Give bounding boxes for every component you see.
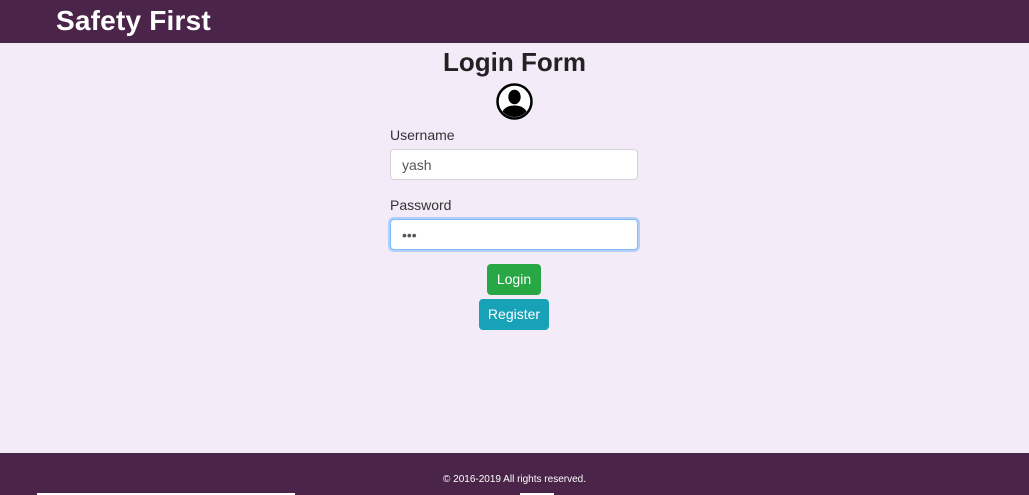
main-content: Login Form Username Password Login Regis… [0,43,1029,453]
page-title: Login Form [443,47,586,77]
username-input[interactable] [390,149,638,180]
register-button[interactable]: Register [479,299,549,330]
password-input[interactable] [390,219,638,250]
password-label: Password [390,197,452,213]
username-label: Username [390,127,455,143]
user-circle-icon [496,83,533,120]
footer: © 2016-2019 All rights reserved. [0,453,1029,495]
top-navbar: Safety First [0,0,1029,44]
copyright-text: © 2016-2019 All rights reserved. [442,474,586,485]
login-button[interactable]: Login [487,264,541,295]
brand-title[interactable]: Safety First [56,3,211,39]
